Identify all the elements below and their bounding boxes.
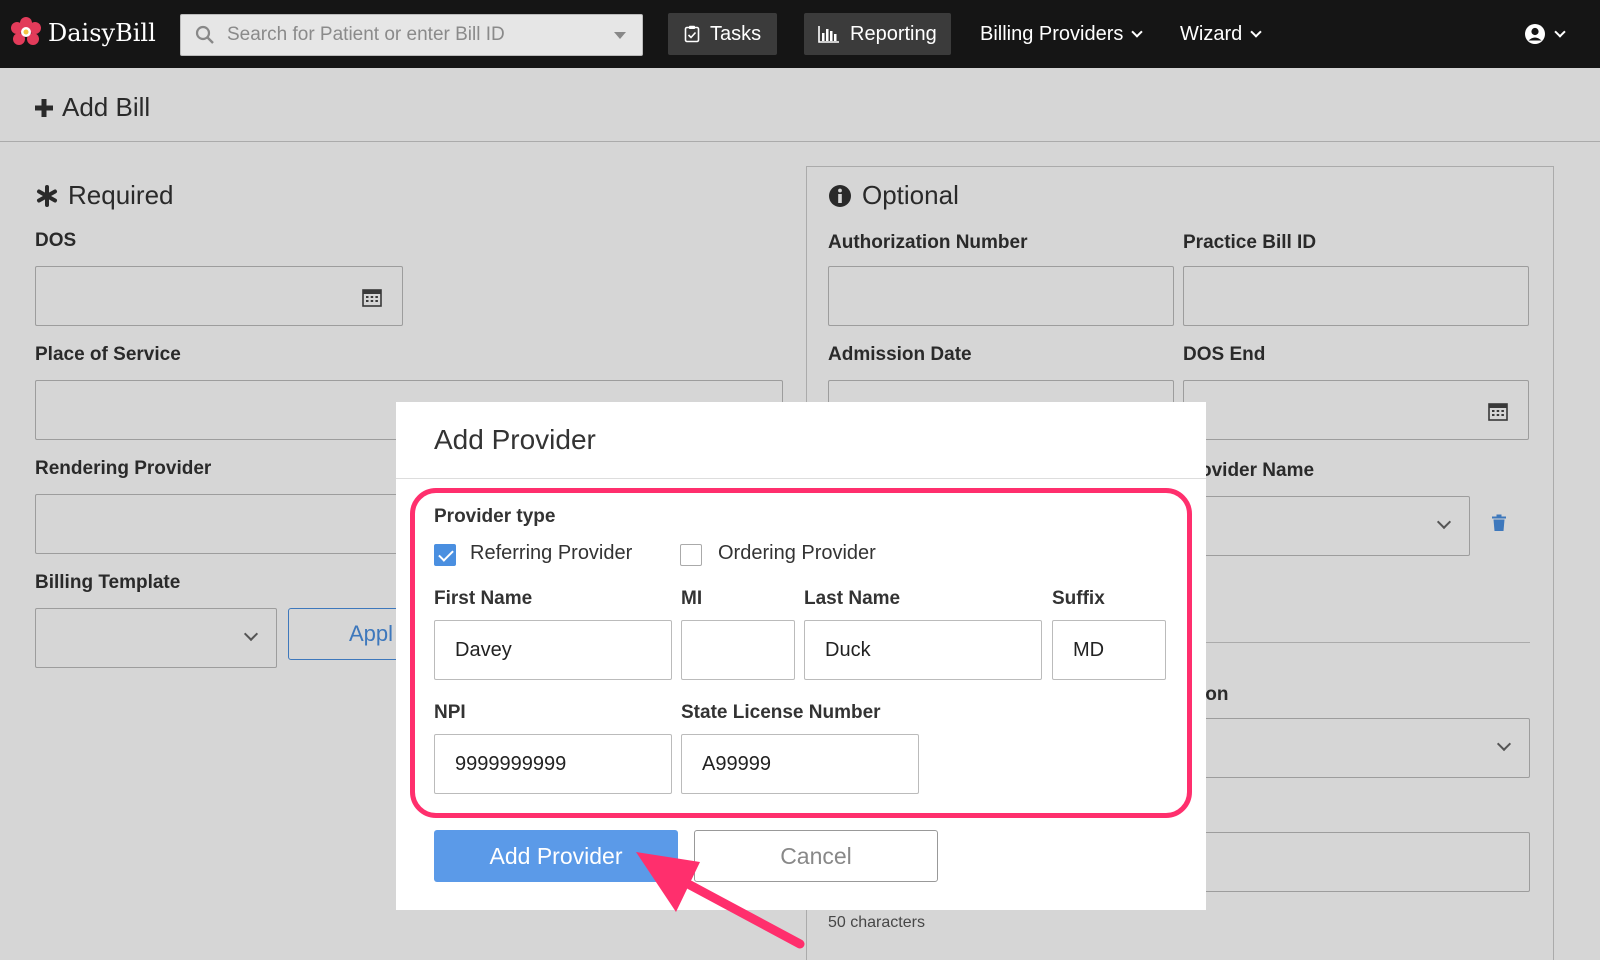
reporting-label: Reporting — [850, 22, 937, 45]
mi-field[interactable] — [681, 620, 795, 680]
tasks-button[interactable]: Tasks — [668, 13, 778, 55]
chevron-down-icon — [1250, 25, 1262, 38]
search-icon — [195, 25, 214, 44]
add-provider-button[interactable]: Add Provider — [434, 830, 678, 882]
last-name-label: Last Name — [804, 588, 901, 609]
ordering-provider-label[interactable]: Ordering Provider — [718, 542, 876, 565]
first-name-label: First Name — [434, 588, 533, 609]
state-license-label: State License Number — [681, 702, 881, 723]
wizard-label: Wizard — [1180, 22, 1243, 45]
suffix-field[interactable]: MD — [1052, 620, 1166, 680]
mi-label: MI — [681, 588, 703, 609]
state-license-field[interactable]: A99999 — [681, 734, 919, 794]
npi-label: NPI — [434, 702, 466, 723]
add-provider-modal: Add Provider Provider type Referring Pro… — [396, 402, 1206, 910]
modal-divider — [396, 478, 1206, 479]
bar-chart-icon — [818, 26, 839, 43]
user-menu[interactable] — [1524, 13, 1566, 55]
reporting-button[interactable]: Reporting — [804, 13, 951, 55]
modal-title: Add Provider — [434, 424, 596, 455]
referring-provider-label[interactable]: Referring Provider — [470, 542, 632, 565]
billing-providers-menu[interactable]: Billing Providers — [980, 13, 1144, 55]
wizard-menu[interactable]: Wizard — [1180, 13, 1262, 55]
referring-provider-checkbox[interactable] — [434, 544, 456, 566]
npi-field[interactable]: 9999999999 — [434, 734, 672, 794]
brand-logo[interactable]: DaisyBill — [10, 17, 156, 49]
last-name-field[interactable]: Duck — [804, 620, 1042, 680]
first-name-field[interactable]: Davey — [434, 620, 672, 680]
chevron-down-icon — [1554, 25, 1566, 38]
suffix-label: Suffix — [1052, 588, 1105, 609]
tasks-label: Tasks — [710, 22, 762, 45]
daisy-logo-icon — [11, 17, 41, 45]
search-input[interactable] — [227, 24, 614, 46]
billing-providers-label: Billing Providers — [980, 22, 1124, 45]
search-dropdown-icon[interactable] — [614, 31, 626, 39]
cancel-button[interactable]: Cancel — [694, 830, 938, 882]
provider-type-label: Provider type — [434, 506, 556, 527]
patient-search[interactable] — [180, 14, 643, 56]
ordering-provider-checkbox[interactable] — [680, 544, 702, 566]
top-navbar: DaisyBill Tasks Reporting Billing Provid… — [0, 0, 1600, 68]
brand-name: DaisyBill — [48, 19, 156, 47]
user-avatar-icon — [1525, 24, 1545, 44]
clipboard-check-icon — [684, 25, 700, 43]
chevron-down-icon — [1131, 25, 1144, 38]
